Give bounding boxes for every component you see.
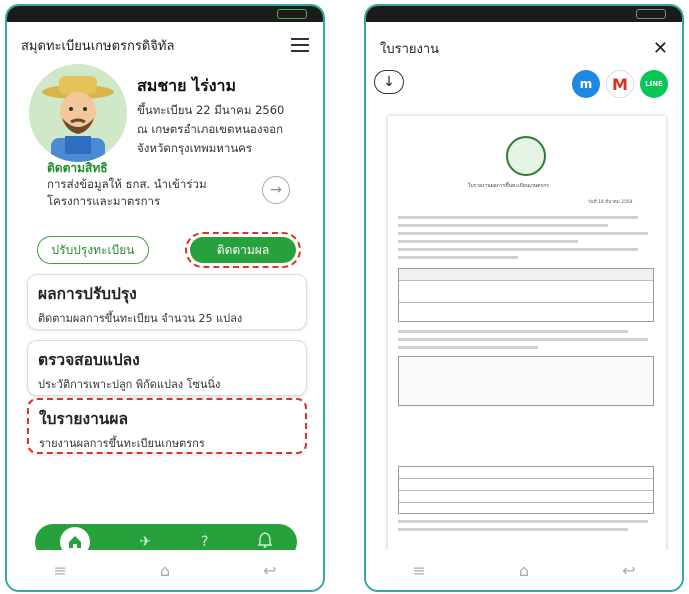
messenger-icon[interactable]: m (572, 70, 600, 98)
system-nav-bar: ≡ ⌂ ↩ (366, 550, 682, 590)
document-heading: ใบรายงานผลการขึ้นทะเบียนเกษตรกร (468, 183, 549, 189)
card-title: ใบรายงานผล (39, 410, 128, 428)
battery-icon (636, 9, 666, 19)
register-office: ณ เกษตรอำเภอเขตหนองจอก (137, 122, 284, 136)
document-date: วันที่ 18 มีนาคม 2564 (588, 200, 633, 205)
crop-table (398, 466, 654, 514)
menu-nav-icon[interactable]: ≡ (54, 561, 67, 580)
status-bar (366, 6, 682, 22)
card-title: ตรวจสอบแปลง (38, 351, 140, 369)
download-icon[interactable]: ↓ (374, 70, 404, 94)
left-phone: สมุดทะเบียนเกษตรกรดิจิทัล สมชาย ไร่งาม ข… (5, 4, 325, 592)
card-update-result[interactable]: ผลการปรับปรุง ติดตามผลการขึ้นทะเบียน จำน… (27, 274, 307, 330)
home-nav-icon[interactable]: ⌂ (519, 561, 529, 580)
back-nav-icon[interactable]: ↩ (622, 561, 635, 580)
farmer-name: สมชาย ไร่งาม (137, 76, 237, 95)
action-row: ↓ m M LINE (366, 66, 682, 106)
report-title: ใบรายงาน (380, 41, 440, 57)
app-title: สมุดทะเบียนเกษตรกรดิจิทัล (21, 38, 175, 54)
follow-rights-text: การส่งข้อมูลให้ ธกส. นำเข้าร่วมโครงการแล… (47, 177, 207, 208)
card-check-plot[interactable]: ตรวจสอบแปลง ประวัติการเพาะปลูก พิกัดแปลง… (27, 340, 307, 396)
avatar (29, 64, 127, 162)
menu-nav-icon[interactable]: ≡ (413, 561, 426, 580)
plot-table (398, 268, 654, 322)
card-report[interactable]: ใบรายงานผล รายงานผลการขึ้นทะเบียนเกษตรกร (27, 398, 307, 454)
system-nav-bar: ≡ ⌂ ↩ (7, 550, 323, 590)
close-icon[interactable]: ✕ (653, 38, 668, 59)
card-subtitle: ติดตามผลการขึ้นทะเบียน จำนวน 25 แปลง (38, 312, 243, 325)
register-province: จังหวัดกรุงเทพมหานคร (137, 141, 253, 155)
menu-icon[interactable] (291, 38, 309, 52)
card-subtitle: ประวัติการเพาะปลูก พิกัดแปลง โซนนิ่ง (38, 378, 221, 391)
report-document: ใบรายงานผลการขึ้นทะเบียนเกษตรกร วันที่ 1… (388, 116, 666, 556)
status-bar (7, 6, 323, 22)
right-phone: ใบรายงาน ✕ ↓ m M LINE ใบรายงานผลการขึ้นท… (364, 4, 684, 592)
arrow-right-icon[interactable]: → (262, 176, 290, 204)
home-nav-icon[interactable]: ⌂ (160, 561, 170, 580)
seal-emblem (506, 136, 546, 176)
battery-icon (277, 9, 307, 19)
crop-table-header (398, 356, 654, 406)
update-register-button[interactable]: ปรับปรุงทะเบียน (37, 236, 149, 264)
register-date: ขึ้นทะเบียน 22 มีนาคม 2560 (137, 103, 285, 117)
back-nav-icon[interactable]: ↩ (263, 561, 276, 580)
line-icon[interactable]: LINE (640, 70, 668, 98)
track-result-button[interactable]: ติดตามผล (190, 237, 296, 263)
card-title: ผลการปรับปรุง (38, 285, 137, 303)
track-result-button-highlight[interactable]: ติดตามผล (185, 232, 301, 268)
app-bar: สมุดทะเบียนเกษตรกรดิจิทัล (7, 30, 323, 60)
help-icon[interactable]: ? (201, 534, 208, 550)
send-icon[interactable]: ✈ (140, 534, 152, 550)
gmail-icon[interactable]: M (606, 70, 634, 98)
card-subtitle: รายงานผลการขึ้นทะเบียนเกษตรกร (39, 437, 205, 450)
bell-icon[interactable] (257, 532, 273, 552)
profile-section: สมชาย ไร่งาม ขึ้นทะเบียน 22 มีนาคม 2560 … (7, 60, 323, 168)
report-app-bar: ใบรายงาน ✕ (366, 30, 682, 66)
